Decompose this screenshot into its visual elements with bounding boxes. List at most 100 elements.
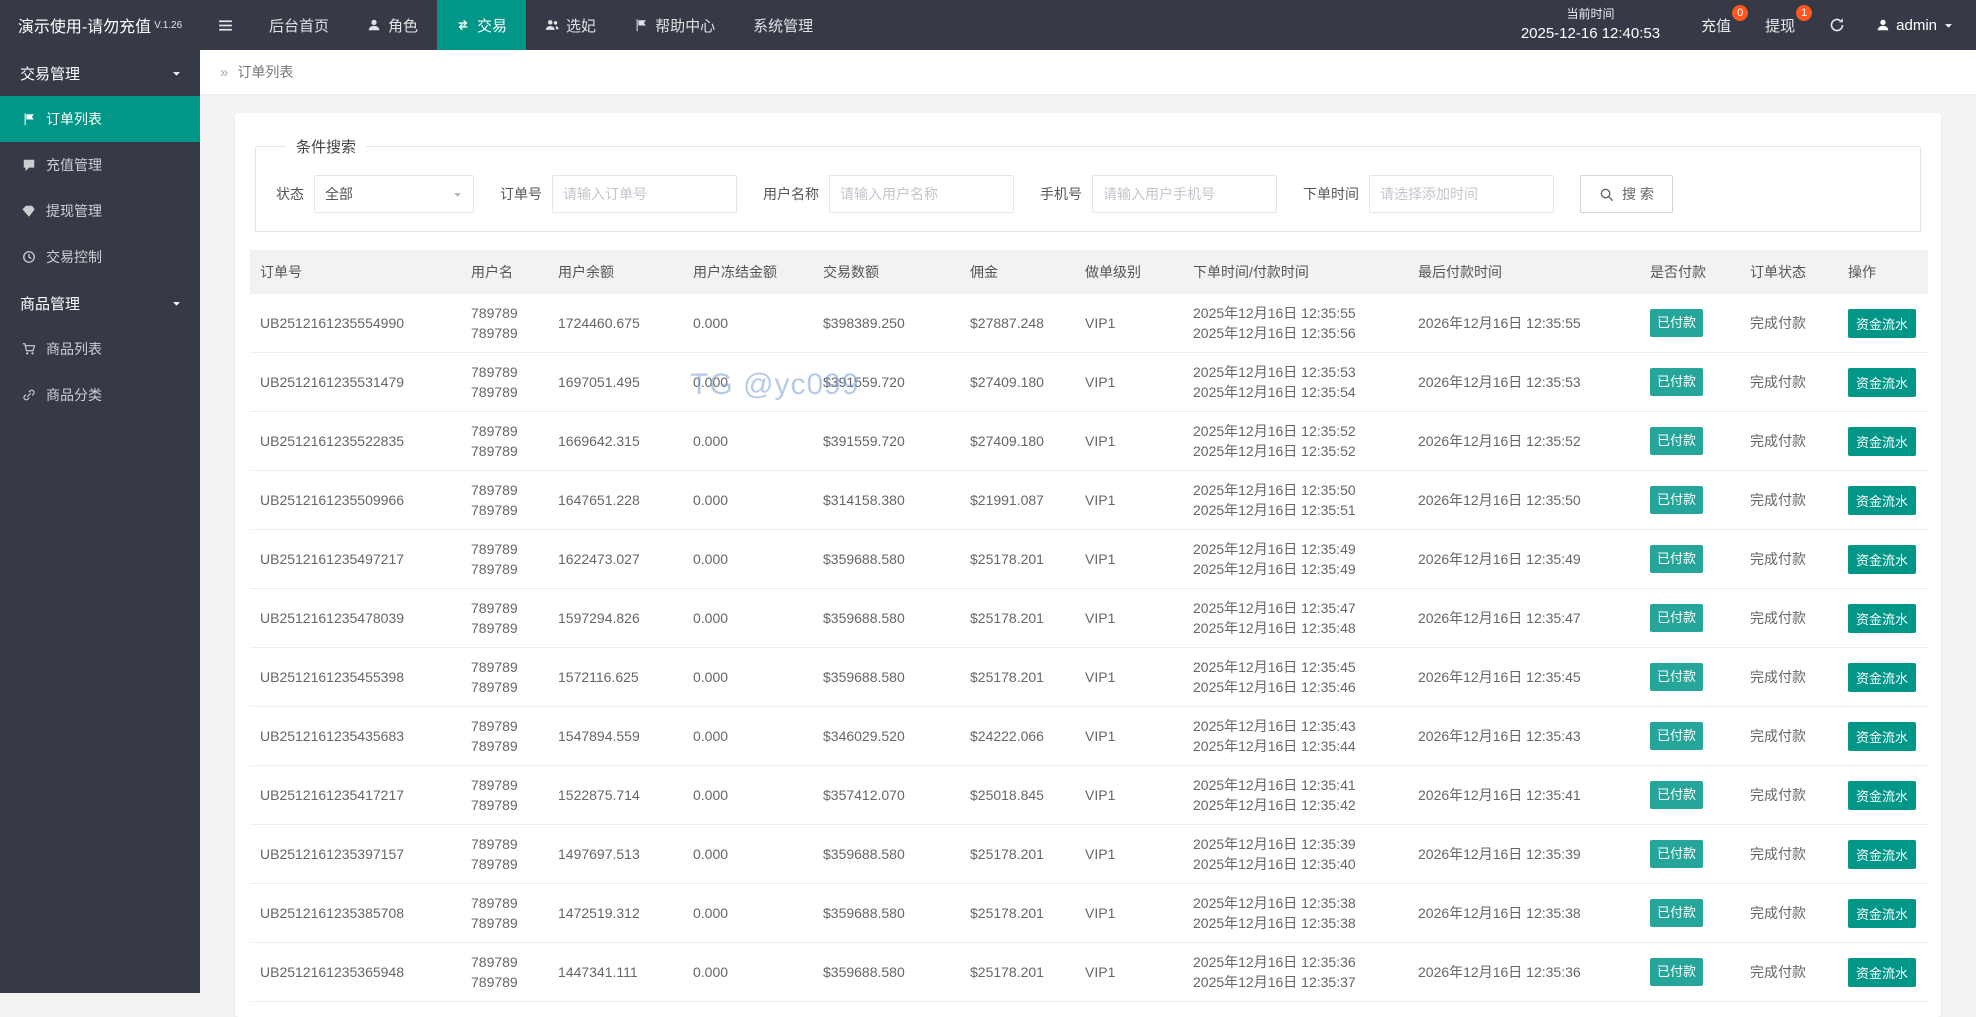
search-button[interactable]: 搜 索: [1580, 175, 1673, 213]
exchange-icon: [456, 18, 470, 32]
cell-balance: 1522875.714: [548, 766, 683, 825]
paid-badge: 已付款: [1650, 840, 1703, 868]
cell-order-no: UB2512161235522835: [250, 412, 461, 471]
nav-item-help[interactable]: 帮助中心: [615, 0, 734, 50]
sidebar-group-product-management[interactable]: 商品管理: [0, 280, 200, 326]
cell-order-no: UB2512161235509966: [250, 471, 461, 530]
sidebar-item-withdraw-management[interactable]: 提现管理: [0, 188, 200, 234]
order-table-body: UB2512161235554990 789789 789789 1724460…: [250, 294, 1928, 1002]
fund-flow-button[interactable]: 资金流水: [1848, 486, 1916, 515]
fund-flow-button[interactable]: 资金流水: [1848, 722, 1916, 751]
group-label: 交易管理: [20, 63, 80, 84]
col-order-time: 下单时间/付款时间: [1183, 250, 1408, 294]
fund-flow-button[interactable]: 资金流水: [1848, 545, 1916, 574]
cell-balance: 1669642.315: [548, 412, 683, 471]
refresh-button[interactable]: [1812, 0, 1862, 50]
col-username: 用户名: [461, 250, 548, 294]
cell-status: 完成付款: [1740, 589, 1838, 648]
menu-toggle-button[interactable]: [200, 0, 250, 50]
time-label: 当前时间: [1566, 6, 1614, 23]
cell-amount: $359688.580: [813, 530, 960, 589]
cell-amount: $359688.580: [813, 825, 960, 884]
fund-flow-button[interactable]: 资金流水: [1848, 427, 1916, 456]
fund-flow-button[interactable]: 资金流水: [1848, 840, 1916, 869]
diamond-icon: [22, 204, 36, 218]
cell-actions: 资金流水: [1838, 648, 1928, 707]
cell-last-pay-time: 2026年12月16日 12:35:47: [1408, 589, 1640, 648]
current-time: 当前时间 2025-12-16 12:40:53: [1497, 0, 1684, 50]
fund-flow-button[interactable]: 资金流水: [1848, 958, 1916, 987]
status-select[interactable]: 全部: [314, 175, 474, 213]
cell-actions: 资金流水: [1838, 412, 1928, 471]
cell-paid: 已付款: [1640, 766, 1740, 825]
cell-actions: 资金流水: [1838, 825, 1928, 884]
phone-input[interactable]: [1092, 175, 1277, 213]
cell-order-no: UB2512161235497217: [250, 530, 461, 589]
sidebar-item-order-list[interactable]: 订单列表: [0, 96, 200, 142]
sidebar-item-product-list[interactable]: 商品列表: [0, 326, 200, 372]
order-time-input[interactable]: [1369, 175, 1554, 213]
cell-username: 789789 789789: [461, 766, 548, 825]
cell-paid: 已付款: [1640, 412, 1740, 471]
fund-flow-button[interactable]: 资金流水: [1848, 309, 1916, 338]
paid-badge: 已付款: [1650, 722, 1703, 750]
col-status: 订单状态: [1740, 250, 1838, 294]
cell-commission: $25178.201: [960, 589, 1075, 648]
chevron-down-icon: [171, 68, 182, 79]
fund-flow-button[interactable]: 资金流水: [1848, 899, 1916, 928]
recharge-label: 充值: [1701, 15, 1731, 36]
cell-level: VIP1: [1075, 471, 1183, 530]
withdraw-button[interactable]: 提现 1: [1748, 0, 1812, 50]
table-row: UB2512161235478039 789789 789789 1597294…: [250, 589, 1928, 648]
order-no-input[interactable]: [552, 175, 737, 213]
cell-amount: $314158.380: [813, 471, 960, 530]
nav-item-roles[interactable]: 角色: [348, 0, 437, 50]
cell-order-no: UB2512161235435683: [250, 707, 461, 766]
cell-order-time: 2025年12月16日 12:35:38 2025年12月16日 12:35:3…: [1183, 884, 1408, 943]
cell-balance: 1472519.312: [548, 884, 683, 943]
recharge-button[interactable]: 充值 0: [1684, 0, 1748, 50]
table-header-row: 订单号 用户名 用户余额 用户冻结金额 交易数额 佣金 做单级别 下单时间/付款…: [250, 250, 1928, 294]
cell-paid: 已付款: [1640, 530, 1740, 589]
cell-paid: 已付款: [1640, 884, 1740, 943]
topbar: 演示使用-请勿充值 V.1.26 后台首页 角色 交易 选妃: [0, 0, 1976, 50]
fund-flow-button[interactable]: 资金流水: [1848, 604, 1916, 633]
nav-label: 后台首页: [269, 15, 329, 36]
cell-commission: $24222.066: [960, 707, 1075, 766]
sidebar-item-recharge-management[interactable]: 充值管理: [0, 142, 200, 188]
cell-amount: $359688.580: [813, 648, 960, 707]
cell-commission: $27409.180: [960, 412, 1075, 471]
cell-last-pay-time: 2026年12月16日 12:35:53: [1408, 353, 1640, 412]
cell-commission: $21991.087: [960, 471, 1075, 530]
cell-username: 789789 789789: [461, 294, 548, 353]
sidebar-item-product-category[interactable]: 商品分类: [0, 372, 200, 418]
cell-last-pay-time: 2026年12月16日 12:35:39: [1408, 825, 1640, 884]
nav-item-dashboard[interactable]: 后台首页: [250, 0, 348, 50]
table-row: UB2512161235497217 789789 789789 1622473…: [250, 530, 1928, 589]
main-panel: 条件搜索 状态 全部 订单号 用户名称 手: [200, 95, 1976, 1017]
withdraw-count-badge: 1: [1796, 5, 1812, 21]
cell-username: 789789 789789: [461, 412, 548, 471]
sidebar-item-trade-control[interactable]: 交易控制: [0, 234, 200, 280]
sidebar-group-trade-management[interactable]: 交易管理: [0, 50, 200, 96]
nav-item-select[interactable]: 选妃: [526, 0, 615, 50]
withdraw-label: 提现: [1765, 15, 1795, 36]
topbar-right: 当前时间 2025-12-16 12:40:53 充值 0 提现 1 admin: [1497, 0, 1976, 50]
fund-flow-button[interactable]: 资金流水: [1848, 663, 1916, 692]
cell-order-no: UB2512161235554990: [250, 294, 461, 353]
app-version: V.1.26: [154, 20, 182, 31]
user-menu[interactable]: admin: [1862, 0, 1976, 50]
cell-balance: 1547894.559: [548, 707, 683, 766]
col-level: 做单级别: [1075, 250, 1183, 294]
cell-commission: $25178.201: [960, 530, 1075, 589]
fund-flow-button[interactable]: 资金流水: [1848, 781, 1916, 810]
username-input[interactable]: [829, 175, 1014, 213]
nav-item-trade[interactable]: 交易: [437, 0, 526, 50]
cell-order-no: UB2512161235417217: [250, 766, 461, 825]
nav-item-system[interactable]: 系统管理: [734, 0, 832, 50]
paid-badge: 已付款: [1650, 663, 1703, 691]
paid-badge: 已付款: [1650, 309, 1703, 337]
nav-label: 帮助中心: [655, 15, 715, 36]
fund-flow-button[interactable]: 资金流水: [1848, 368, 1916, 397]
content-area: » 订单列表 条件搜索 状态 全部 订单号: [200, 0, 1976, 1017]
